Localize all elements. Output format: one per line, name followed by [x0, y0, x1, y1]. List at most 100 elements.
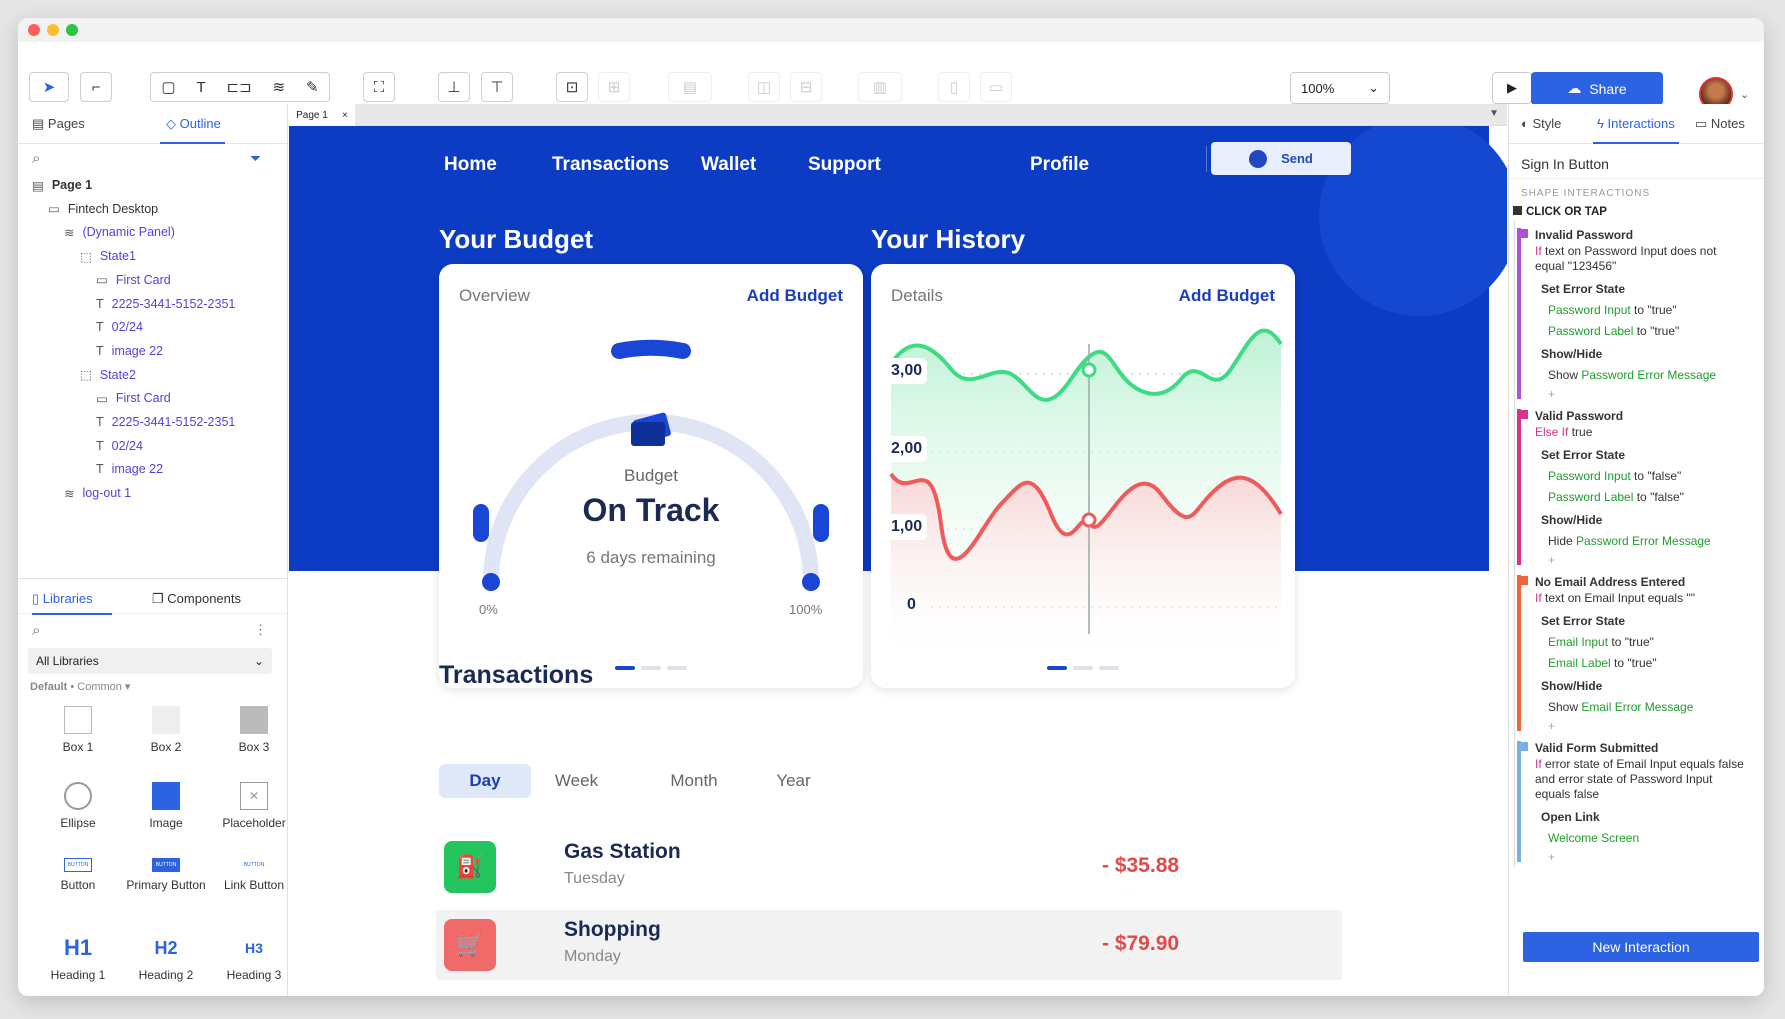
library-item[interactable]: Image [121, 782, 211, 830]
align-bottom-button[interactable]: ⊥ [438, 72, 470, 102]
text-tool-icon[interactable]: T [196, 79, 205, 96]
case-name[interactable]: Valid Password [1535, 409, 1623, 424]
tree-item[interactable]: ≋ (Dynamic Panel) [64, 219, 175, 245]
pager-dot[interactable] [667, 666, 687, 670]
tree-item[interactable]: Timage 22 [96, 338, 163, 364]
spacing-button[interactable]: ⊟ [790, 72, 822, 102]
nav-support[interactable]: Support [808, 154, 881, 176]
tree-item[interactable]: ⬚ State1 [80, 243, 136, 269]
action-title[interactable]: Show/Hide [1541, 679, 1602, 694]
align-button[interactable]: ▤ [668, 72, 712, 102]
maximize-window-button[interactable] [66, 24, 78, 36]
case-condition[interactable]: If error state of Email Input equals fal… [1535, 757, 1745, 802]
history-pager[interactable] [1047, 666, 1119, 670]
library-item[interactable]: Ellipse [33, 782, 123, 830]
minimize-window-button[interactable] [47, 24, 59, 36]
tab-pages[interactable]: ▤ Pages [32, 116, 85, 132]
tree-item[interactable]: ≋ log-out 1 [64, 480, 131, 506]
pager-dot[interactable] [641, 666, 661, 670]
tree-item[interactable]: T 2225-3441-5152-2351 [96, 291, 235, 317]
tab-components[interactable]: ❐ Components [152, 591, 241, 607]
library-item[interactable]: Box 2 [121, 706, 211, 754]
period-year[interactable]: Year [751, 764, 836, 798]
input-icon[interactable]: ⊏⊐ [227, 78, 252, 96]
chevron-down-icon[interactable]: ▼ [1489, 108, 1499, 119]
connector-tool-button[interactable]: ⌐ [80, 72, 112, 102]
align-top-button[interactable]: ⊤ [481, 72, 513, 102]
flip-v-button[interactable]: ▭ [980, 72, 1012, 102]
library-item[interactable]: H1 Heading 1 [33, 934, 123, 982]
flip-h-button[interactable]: ▯ [938, 72, 970, 102]
action-target[interactable]: Welcome Screen [1548, 831, 1639, 846]
send-button[interactable]: Send [1211, 142, 1351, 175]
library-item[interactable]: H2 Heading 2 [121, 934, 211, 983]
page-tab[interactable]: Page 1 × [289, 104, 355, 126]
search-icon[interactable]: ⌕ [32, 622, 40, 639]
pen-icon[interactable]: ✎ [306, 78, 319, 96]
action-target[interactable]: Password Input to "true" [1548, 303, 1677, 318]
case-condition[interactable]: If text on Password Input does not equal… [1535, 244, 1745, 274]
case-name[interactable]: Valid Form Submitted [1535, 741, 1658, 756]
tree-item[interactable]: T 02/24 [96, 314, 143, 340]
nav-transactions[interactable]: Transactions [552, 154, 669, 176]
tab-notes[interactable]: ▭ Notes [1695, 116, 1745, 132]
tree-item[interactable]: T 02/24 [96, 433, 143, 459]
crop-tool-button[interactable]: ⛶ [363, 72, 395, 102]
action-target[interactable]: Show Password Error Message [1548, 368, 1716, 383]
period-week[interactable]: Week [534, 764, 619, 798]
transaction-row[interactable]: 🛒 Shopping Monday - $79.90 [436, 910, 1342, 980]
new-interaction-button[interactable]: New Interaction [1523, 932, 1759, 962]
action-target[interactable]: Hide Password Error Message [1548, 534, 1711, 549]
pager-dot[interactable] [1099, 666, 1119, 670]
nav-profile[interactable]: Profile [1030, 154, 1089, 176]
rectangle-icon[interactable]: ▢ [161, 78, 175, 96]
tree-item[interactable]: T 2225-3441-5152-2351 [96, 409, 235, 435]
event-header[interactable]: CLICK OR TAP [1513, 206, 1607, 218]
pager-dot[interactable] [1047, 666, 1067, 670]
select-tool-button[interactable]: ➤ [29, 72, 69, 102]
action-title[interactable]: Show/Hide [1541, 347, 1602, 362]
add-action-icon[interactable]: + [1548, 850, 1555, 865]
preview-button[interactable]: ▶ [1492, 72, 1532, 104]
library-item[interactable]: H3 Heading 3 [209, 934, 299, 982]
period-month[interactable]: Month [639, 764, 749, 798]
library-item[interactable]: Box 3 [209, 706, 299, 754]
share-button[interactable]: ☁ Share [1531, 72, 1663, 105]
tab-libraries[interactable]: ▯ Libraries [32, 591, 93, 607]
pager-dot[interactable] [615, 666, 635, 670]
action-target[interactable]: Email Input to "true" [1548, 635, 1654, 650]
ungroup-button[interactable]: ⊞ [598, 72, 630, 102]
distribute-button[interactable]: ◫ [748, 72, 780, 102]
action-target[interactable]: Password Input to "false" [1548, 469, 1681, 484]
library-item[interactable]: BUTTON Primary Button [121, 858, 211, 892]
budget-pager[interactable] [615, 666, 687, 670]
action-title[interactable]: Open Link [1541, 810, 1600, 825]
library-select[interactable]: All Libraries ⌄ [28, 648, 272, 674]
tree-item[interactable]: ⬚ State2 [80, 362, 136, 388]
nav-home[interactable]: Home [444, 154, 497, 176]
case-name[interactable]: Invalid Password [1535, 228, 1633, 243]
action-target[interactable]: Password Label to "true" [1548, 324, 1679, 339]
close-icon[interactable]: × [342, 110, 348, 121]
action-title[interactable]: Set Error State [1541, 282, 1625, 297]
size-button[interactable]: ▥ [858, 72, 902, 102]
action-target[interactable]: Email Label to "true" [1548, 656, 1657, 671]
close-window-button[interactable] [28, 24, 40, 36]
action-title[interactable]: Set Error State [1541, 614, 1625, 629]
tab-interactions[interactable]: ϟ Interactions [1597, 116, 1675, 131]
action-title[interactable]: Show/Hide [1541, 513, 1602, 528]
tab-outline[interactable]: ◇ Outline [166, 116, 221, 132]
tree-item[interactable]: ▭ First Card [96, 267, 171, 293]
tree-item[interactable]: ▭ Fintech Desktop [48, 196, 158, 222]
library-item[interactable]: BUTTON Link Button [209, 858, 299, 892]
nav-wallet[interactable]: Wallet [701, 154, 756, 176]
add-action-icon[interactable]: + [1548, 553, 1555, 568]
action-title[interactable]: Set Error State [1541, 448, 1625, 463]
tree-item[interactable]: ▭ First Card [96, 385, 171, 411]
transaction-row[interactable]: ⛽ Gas Station Tuesday - $35.88 [436, 832, 1342, 902]
tree-item[interactable]: ▤ Page 1 [32, 172, 92, 198]
action-target[interactable]: Show Email Error Message [1548, 700, 1693, 715]
filter-icon[interactable]: ⏷ [250, 150, 261, 167]
layers-icon[interactable]: ≋ [273, 78, 286, 96]
add-action-icon[interactable]: + [1548, 719, 1555, 734]
